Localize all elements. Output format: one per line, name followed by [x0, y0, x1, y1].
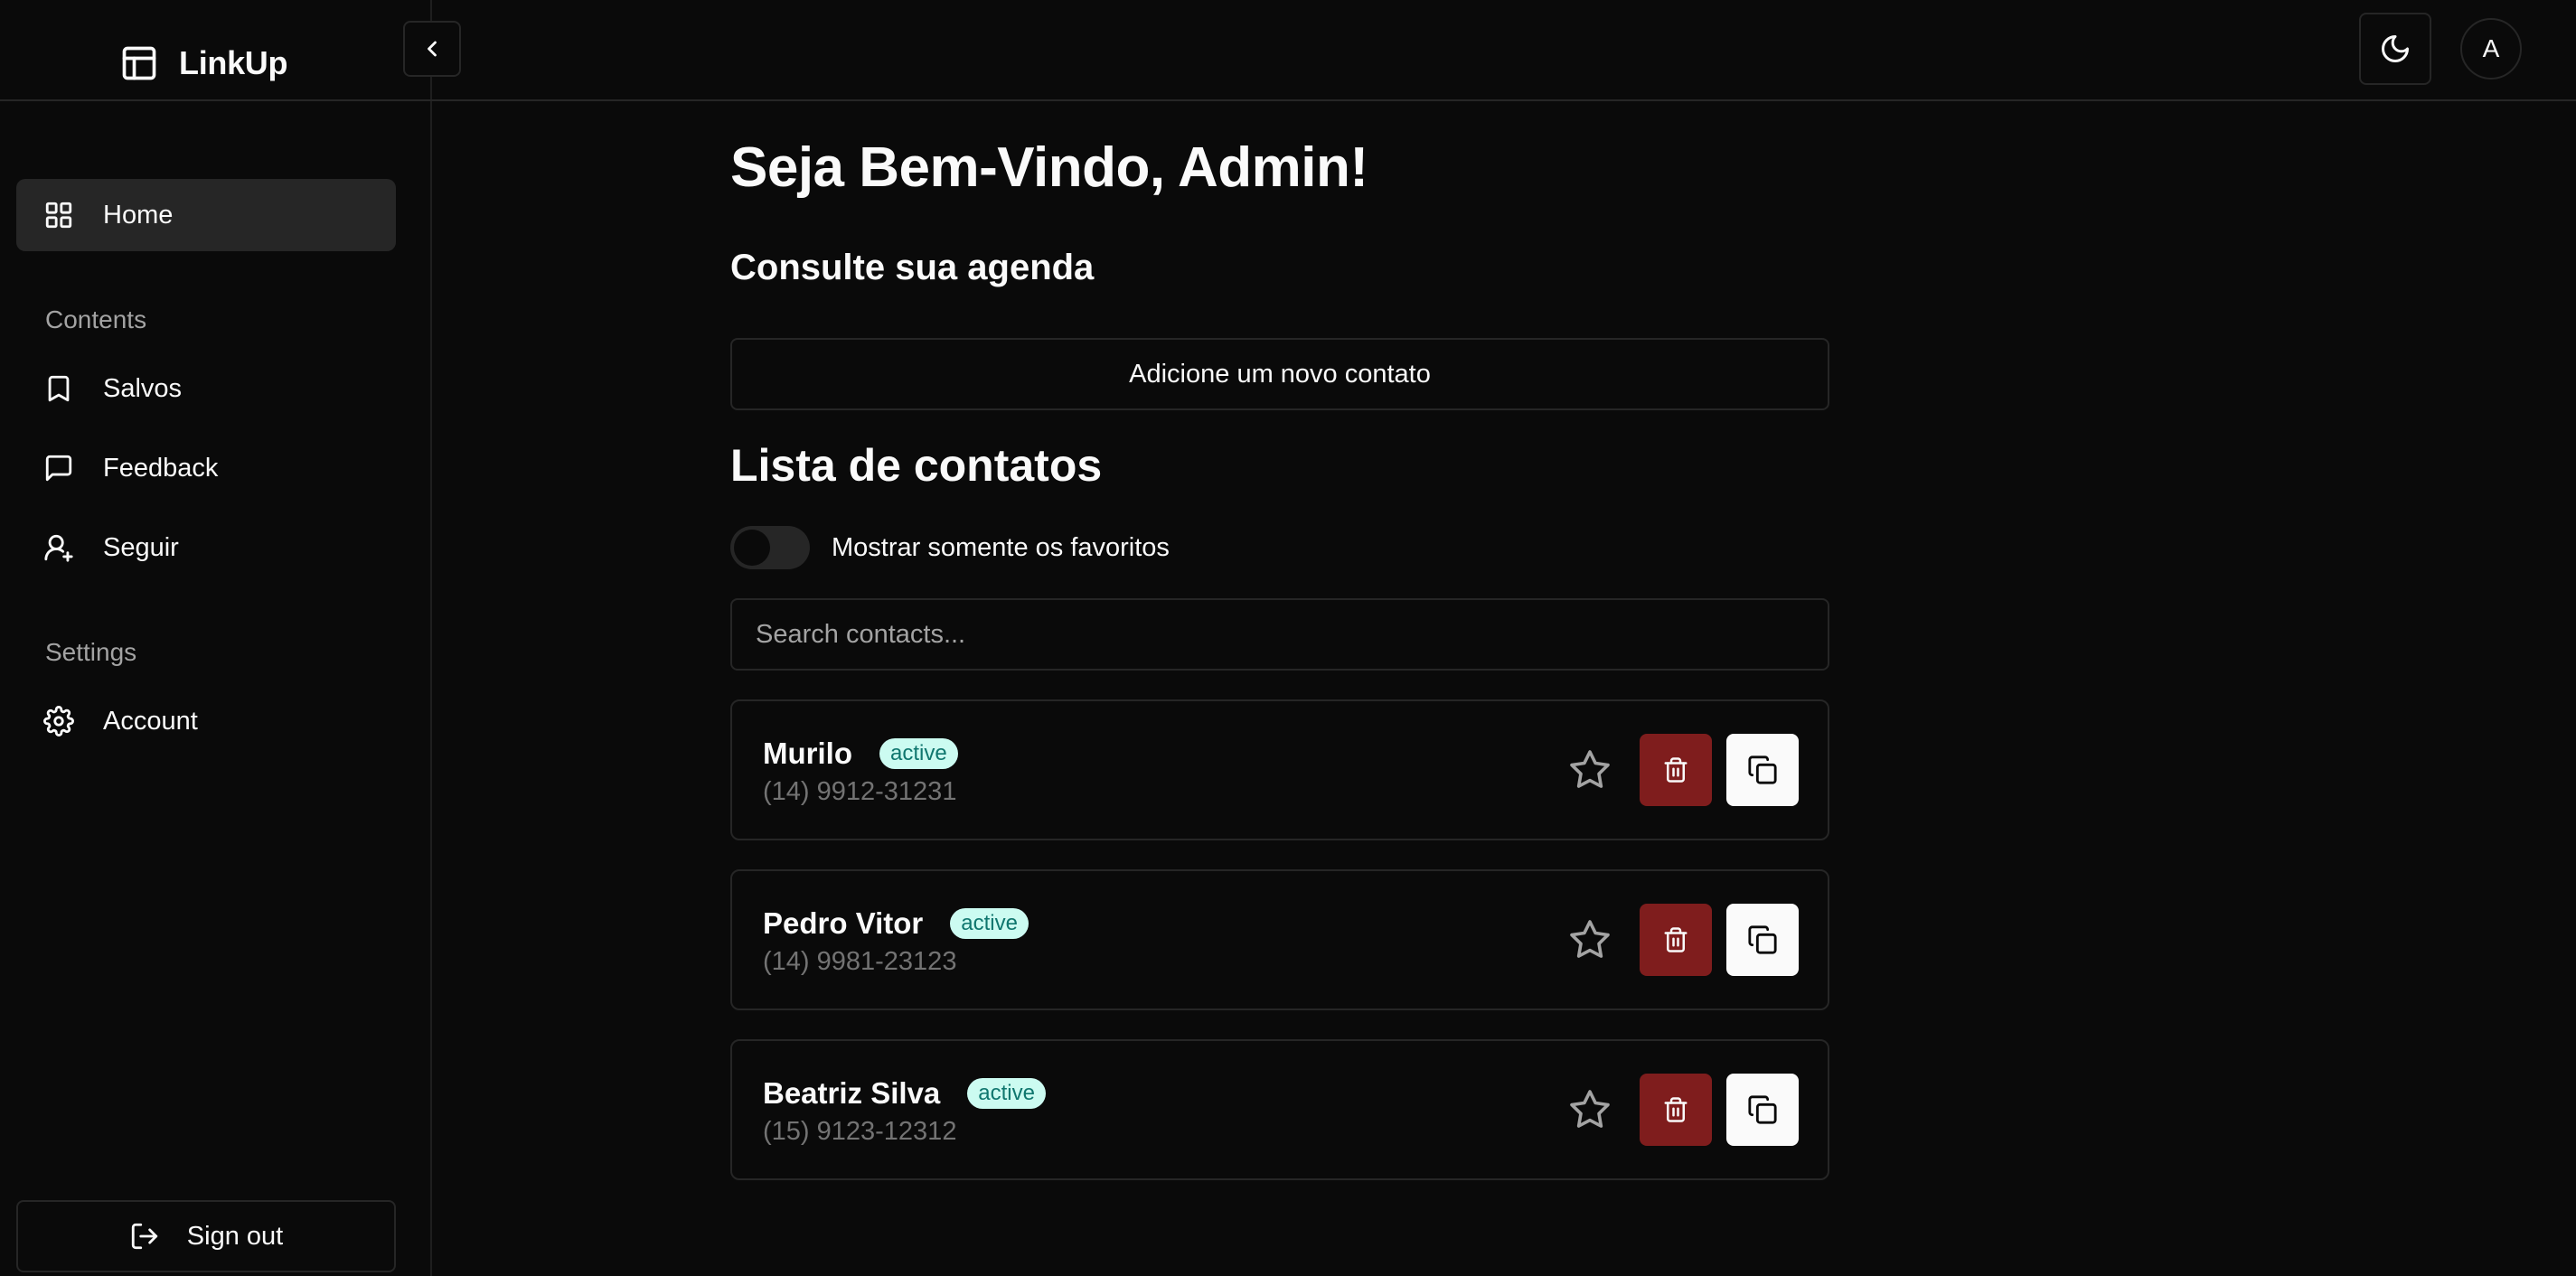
sidebar-item-home[interactable]: Home [16, 179, 396, 251]
copy-button[interactable] [1726, 1074, 1799, 1146]
avatar[interactable]: A [2460, 18, 2522, 80]
sidebar-item-account[interactable]: Account [16, 685, 396, 757]
status-badge: active [879, 738, 958, 769]
section-heading-settings: Settings [45, 638, 137, 666]
layout-icon [119, 43, 159, 83]
chevron-left-icon [419, 36, 445, 61]
copy-button[interactable] [1726, 734, 1799, 806]
contact-list-title: Lista de contatos [730, 440, 1103, 491]
contact-name: Pedro Vitor [763, 906, 924, 940]
sign-out-label: Sign out [186, 1221, 284, 1251]
contact-name-row: Murilo active [763, 734, 958, 774]
sidebar-item-label: Account [103, 706, 198, 736]
copy-icon [1747, 755, 1778, 785]
log-out-icon [129, 1221, 160, 1252]
status-badge: active [967, 1078, 1046, 1109]
trash-icon [1662, 756, 1689, 783]
contact-card: Pedro Vitor active (14) 9981-23123 [730, 869, 1829, 1010]
sidebar-item-seguir[interactable]: Seguir [16, 511, 396, 584]
favorites-toggle[interactable] [730, 526, 810, 569]
sidebar-item-label: Feedback [103, 453, 219, 483]
status-badge: active [950, 908, 1029, 939]
app-name: LinkUp [179, 44, 288, 81]
trash-icon [1662, 1096, 1689, 1123]
sidebar-item-salvos[interactable]: Salvos [16, 352, 396, 425]
copy-icon [1747, 924, 1778, 955]
sidebar: LinkUp Home Contents Salvos Feedback Seg… [0, 0, 432, 1276]
search-input[interactable] [756, 619, 1828, 650]
star-icon [1568, 918, 1612, 962]
contact-info: Murilo active (14) 9912-31231 [763, 734, 958, 807]
copy-icon [1747, 1094, 1778, 1125]
contact-phone: (14) 9981-23123 [763, 947, 957, 976]
sign-out-button[interactable]: Sign out [16, 1200, 396, 1272]
sidebar-item-label: Seguir [103, 532, 179, 562]
contact-name-row: Pedro Vitor active [763, 904, 1029, 943]
delete-button[interactable] [1640, 904, 1712, 976]
favorites-toggle-label: Mostrar somente os favoritos [832, 532, 1170, 562]
favorites-toggle-row: Mostrar somente os favoritos [730, 526, 1170, 569]
page-title: Seja Bem-Vindo, Admin! [730, 136, 1368, 199]
page-subtitle: Consulte sua agenda [730, 248, 1095, 287]
toggle-knob [734, 530, 770, 566]
brand[interactable]: LinkUp [119, 40, 288, 87]
contact-info: Beatriz Silva active (15) 9123-12312 [763, 1074, 1046, 1147]
copy-button[interactable] [1726, 904, 1799, 976]
add-contact-button[interactable]: Adicione um novo contato [730, 338, 1829, 410]
contact-card: Murilo active (14) 9912-31231 [730, 699, 1829, 840]
contact-phone: (14) 9912-31231 [763, 777, 957, 806]
bookmark-icon [43, 373, 74, 404]
favorite-button[interactable] [1562, 1082, 1618, 1138]
user-plus-icon [43, 532, 74, 563]
contact-name: Beatriz Silva [763, 1076, 941, 1110]
favorite-button[interactable] [1562, 742, 1618, 798]
collapse-sidebar-button[interactable] [403, 21, 461, 77]
delete-button[interactable] [1640, 1074, 1712, 1146]
favorite-button[interactable] [1562, 912, 1618, 968]
theme-toggle-button[interactable] [2359, 13, 2431, 85]
sidebar-item-label: Salvos [103, 373, 183, 403]
header-divider [0, 99, 2576, 101]
moon-icon [2379, 33, 2411, 65]
section-heading-contents: Contents [45, 305, 147, 333]
star-icon [1568, 1088, 1612, 1131]
contact-name-row: Beatriz Silva active [763, 1074, 1046, 1113]
trash-icon [1662, 926, 1689, 953]
contact-name: Murilo [763, 737, 852, 770]
contact-phone: (15) 9123-12312 [763, 1117, 957, 1146]
delete-button[interactable] [1640, 734, 1712, 806]
contact-card: Beatriz Silva active (15) 9123-12312 [730, 1039, 1829, 1180]
gear-icon [43, 706, 74, 737]
message-square-icon [43, 453, 74, 483]
sidebar-item-feedback[interactable]: Feedback [16, 432, 396, 504]
search-field [730, 598, 1829, 671]
grid-icon [43, 200, 74, 230]
star-icon [1568, 748, 1612, 792]
sidebar-item-label: Home [103, 200, 174, 230]
contact-info: Pedro Vitor active (14) 9981-23123 [763, 904, 1029, 977]
